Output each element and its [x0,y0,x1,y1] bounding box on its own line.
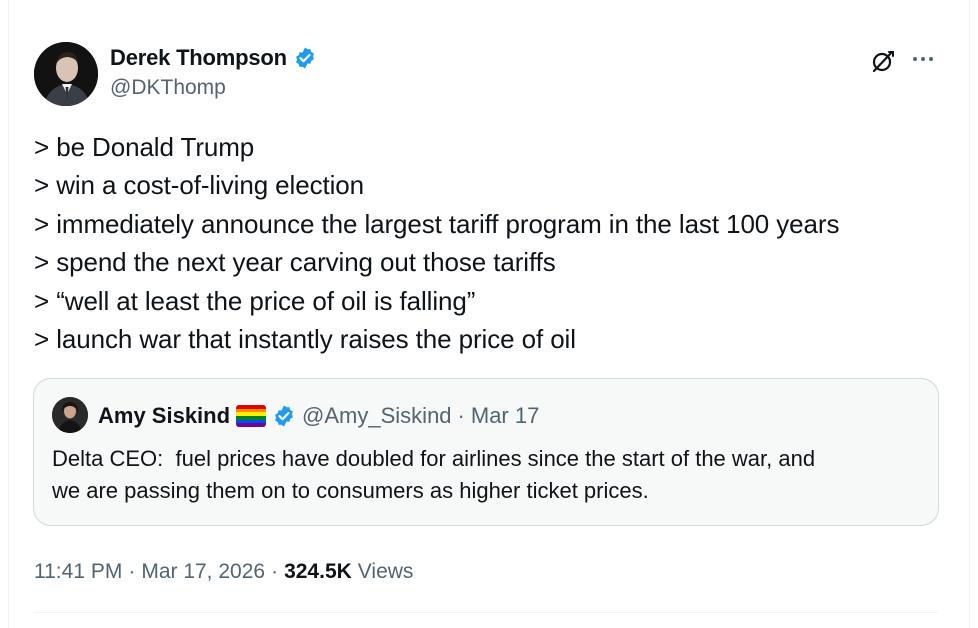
tweet-line: > “well at least the price of oil is fal… [34,285,476,316]
tweet-line: > spend the next year carving out those … [34,247,556,278]
quoted-handle[interactable]: @Amy_Siskind [302,403,452,429]
quoted-author-avatar[interactable] [52,397,88,433]
more-options-icon[interactable] [906,44,940,74]
rainbow-flag-icon [236,405,267,427]
tweet-line: > immediately announce the largest tarif… [34,208,840,239]
verified-badge-icon[interactable] [293,46,317,70]
views-label: Views [357,560,414,583]
grok-icon[interactable] [866,44,900,78]
meta-separator: · [128,560,136,583]
quoted-display-name[interactable]: Amy Siskind [98,403,230,429]
tweet-date[interactable]: Mar 17, 2026 [141,560,265,584]
quoted-verified-badge-icon [272,404,296,428]
quoted-separator: · [457,403,465,428]
tweet-time[interactable]: 11:41 PM [34,560,122,584]
tweet-meta: 11:41 PM · Mar 17, 2026 · 324.5K Views [34,556,413,588]
tweet-body: > be Donald Trump > win a cost-of-living… [34,128,934,358]
author-name-row: Derek Thompson [110,44,317,72]
divider [34,612,938,613]
quoted-tweet[interactable]: Amy Siskind @Amy_Siskind · Mar 17 Delta … [33,378,939,526]
author-display-name[interactable]: Derek Thompson [110,45,287,71]
meta-separator: · [271,560,279,583]
views-count[interactable]: 324.5K [284,560,352,584]
author-avatar[interactable] [34,42,98,106]
tweet-line: > launch war that instantly raises the p… [34,324,576,355]
quoted-header: Amy Siskind @Amy_Siskind · Mar 17 [98,401,539,431]
tweet-line: > be Donald Trump [34,132,255,162]
tweet-line: > win a cost-of-living election [34,170,364,201]
quoted-date[interactable]: Mar 17 [471,403,539,429]
author-handle[interactable]: @DKThomp [110,76,226,100]
quoted-text: Delta CEO: fuel prices have doubled for … [52,446,816,503]
